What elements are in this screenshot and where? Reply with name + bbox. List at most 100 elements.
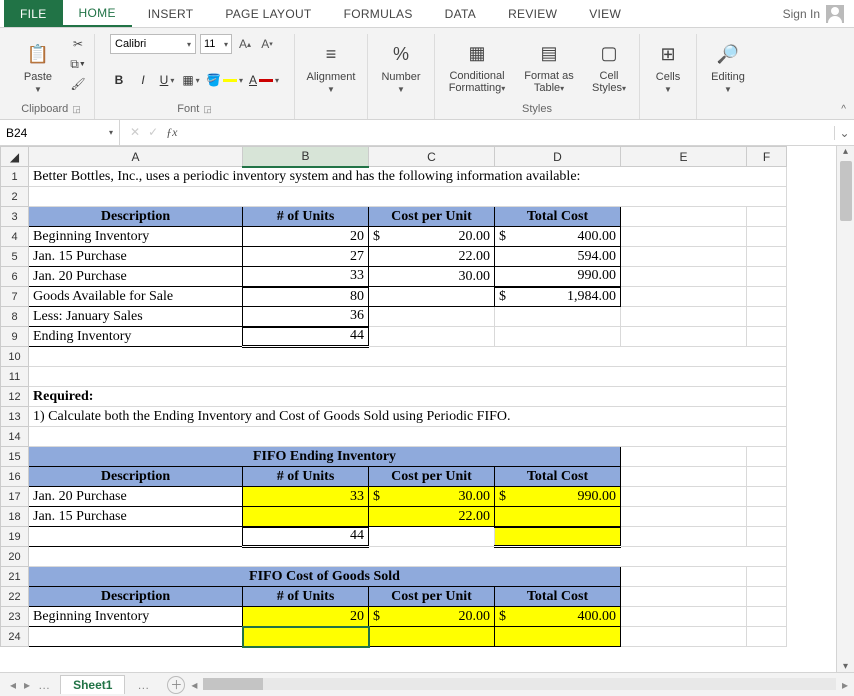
tab-view[interactable]: VIEW: [573, 0, 637, 27]
chevron-down-icon: ▾: [224, 40, 228, 49]
cut-button[interactable]: ✂: [68, 36, 88, 52]
tab-nav-next[interactable]: ▸: [24, 678, 30, 692]
sign-in-label: Sign In: [783, 7, 820, 21]
conditional-formatting-button[interactable]: ▦ ConditionalFormatting▾: [441, 34, 513, 94]
scroll-left-icon[interactable]: ◂: [191, 678, 197, 692]
sheet-tab-more[interactable]: …: [125, 676, 161, 694]
group-editing: 🔎 Editing ▼: [697, 34, 759, 119]
group-number: % Number ▼: [368, 34, 435, 119]
font-name-value: Calibri: [115, 38, 146, 50]
cells-button[interactable]: ⊞ Cells ▼: [646, 34, 690, 94]
bold-button[interactable]: B: [110, 70, 128, 90]
vertical-scrollbar[interactable]: ▴ ▾: [836, 146, 854, 672]
scrollbar-thumb[interactable]: [840, 161, 852, 221]
cell-styles-button[interactable]: ▢ CellStyles▾: [585, 34, 633, 94]
select-all-corner[interactable]: ◢: [1, 147, 29, 167]
active-cell[interactable]: [243, 627, 369, 647]
increase-font-button[interactable]: A▴: [236, 34, 254, 54]
number-button[interactable]: % Number ▼: [374, 34, 428, 94]
chevron-down-icon: ▾: [187, 40, 191, 49]
tab-home[interactable]: HOME: [63, 0, 132, 27]
number-label: Number: [381, 71, 420, 83]
italic-button[interactable]: I: [134, 70, 152, 90]
spreadsheet-grid[interactable]: ◢ A B C D E F 1 Better Bottles, Inc., us…: [0, 146, 787, 647]
collapse-ribbon-button[interactable]: ^: [841, 104, 846, 115]
group-label-styles: Styles: [522, 101, 552, 119]
group-styles: ▦ ConditionalFormatting▾ ▤ Format asTabl…: [435, 34, 640, 119]
format-as-table-button[interactable]: ▤ Format asTable▾: [519, 34, 579, 94]
cell[interactable]: Better Bottles, Inc., uses a periodic in…: [29, 167, 787, 187]
chevron-down-icon: ▼: [724, 85, 732, 94]
format-as-table-label: Format asTable▾: [524, 70, 574, 94]
hscroll-thumb[interactable]: [203, 678, 263, 690]
ribbon-tab-strip: FILE HOME INSERT PAGE LAYOUT FORMULAS DA…: [0, 0, 854, 28]
user-avatar-icon: [826, 5, 844, 23]
col-header-D[interactable]: D: [495, 147, 621, 167]
name-box[interactable]: B24 ▾: [0, 120, 120, 145]
tab-formulas[interactable]: FORMULAS: [328, 0, 429, 27]
table-icon: ▤: [535, 40, 563, 68]
paste-label: Paste: [24, 71, 52, 83]
new-sheet-button[interactable]: ＋: [167, 676, 185, 694]
col-header-F[interactable]: F: [747, 147, 787, 167]
conditional-formatting-icon: ▦: [463, 40, 491, 68]
chevron-down-icon: ▾: [109, 128, 113, 137]
fill-color-button[interactable]: 🪣▾: [206, 70, 243, 90]
binoculars-icon: 🔎: [714, 41, 742, 69]
tab-nav-prev[interactable]: ◂: [10, 678, 16, 692]
borders-button[interactable]: ▦▾: [182, 70, 200, 90]
sign-in[interactable]: Sign In: [783, 0, 854, 27]
align-icon: ≡: [317, 41, 345, 69]
formula-input[interactable]: [187, 120, 834, 145]
alignment-button[interactable]: ≡ Alignment ▼: [301, 34, 361, 94]
alignment-label: Alignment: [307, 71, 356, 83]
group-cells: ⊞ Cells ▼: [640, 34, 697, 119]
decrease-font-button[interactable]: A▾: [258, 34, 276, 54]
ribbon: 📋 Paste ▼ ✂ ⧉▼ 🖌 Clipboard◲ Calibri ▾: [0, 28, 854, 120]
font-name-dropdown[interactable]: Calibri ▾: [110, 34, 196, 54]
group-label-clipboard: Clipboard◲: [21, 101, 81, 119]
tab-data[interactable]: DATA: [429, 0, 492, 27]
row-header[interactable]: 1: [1, 167, 29, 187]
insert-function-button[interactable]: ƒx: [166, 125, 177, 140]
enter-formula-button[interactable]: ✓: [148, 125, 158, 140]
tab-review[interactable]: REVIEW: [492, 0, 573, 27]
tab-file[interactable]: FILE: [4, 0, 63, 27]
chevron-down-icon: ▼: [397, 85, 405, 94]
conditional-formatting-label: ConditionalFormatting▾: [449, 70, 506, 94]
expand-formula-bar-button[interactable]: ⌄: [834, 126, 854, 140]
group-label-font: Font◲: [177, 101, 212, 119]
editing-button[interactable]: 🔎 Editing ▼: [703, 34, 753, 94]
tab-page-layout[interactable]: PAGE LAYOUT: [209, 0, 327, 27]
sheet-tab-active[interactable]: Sheet1: [60, 675, 125, 694]
cell-styles-icon: ▢: [595, 40, 623, 68]
col-header-E[interactable]: E: [621, 147, 747, 167]
group-font: Calibri ▾ 11 ▾ A▴ A▾ B I U▾ ▦▾ 🪣▾ A▾ Fon…: [95, 34, 295, 119]
paste-button[interactable]: 📋 Paste ▼: [14, 34, 62, 94]
scroll-down-icon[interactable]: ▾: [843, 661, 848, 672]
copy-button[interactable]: ⧉▼: [68, 56, 88, 72]
col-header-A[interactable]: A: [29, 147, 243, 167]
group-alignment: ≡ Alignment ▼: [295, 34, 368, 119]
scroll-up-icon[interactable]: ▴: [843, 146, 848, 157]
col-header-B[interactable]: B: [243, 147, 369, 167]
font-color-button[interactable]: A▾: [249, 70, 279, 90]
col-header-C[interactable]: C: [369, 147, 495, 167]
cancel-formula-button[interactable]: ✕: [130, 125, 140, 140]
chevron-down-icon: ▼: [327, 85, 335, 94]
format-painter-button[interactable]: 🖌: [68, 76, 88, 92]
group-clipboard: 📋 Paste ▼ ✂ ⧉▼ 🖌 Clipboard◲: [8, 34, 95, 119]
percent-icon: %: [387, 41, 415, 69]
name-box-value: B24: [6, 126, 27, 140]
underline-button[interactable]: U▾: [158, 70, 176, 90]
formula-bar: B24 ▾ ✕ ✓ ƒx ⌄: [0, 120, 854, 146]
tab-nav-more[interactable]: …: [38, 678, 50, 692]
tab-insert[interactable]: INSERT: [132, 0, 210, 27]
dialog-launcher-icon[interactable]: ◲: [72, 104, 81, 114]
horizontal-scrollbar[interactable]: ◂ ▸: [185, 678, 854, 692]
font-size-dropdown[interactable]: 11 ▾: [200, 34, 232, 54]
dialog-launcher-icon[interactable]: ◲: [203, 104, 212, 114]
sheet-tab-bar: ◂ ▸ … Sheet1 … ＋ ◂ ▸: [0, 672, 854, 696]
scroll-right-icon[interactable]: ▸: [842, 678, 848, 692]
cell-styles-label: CellStyles▾: [592, 70, 626, 94]
